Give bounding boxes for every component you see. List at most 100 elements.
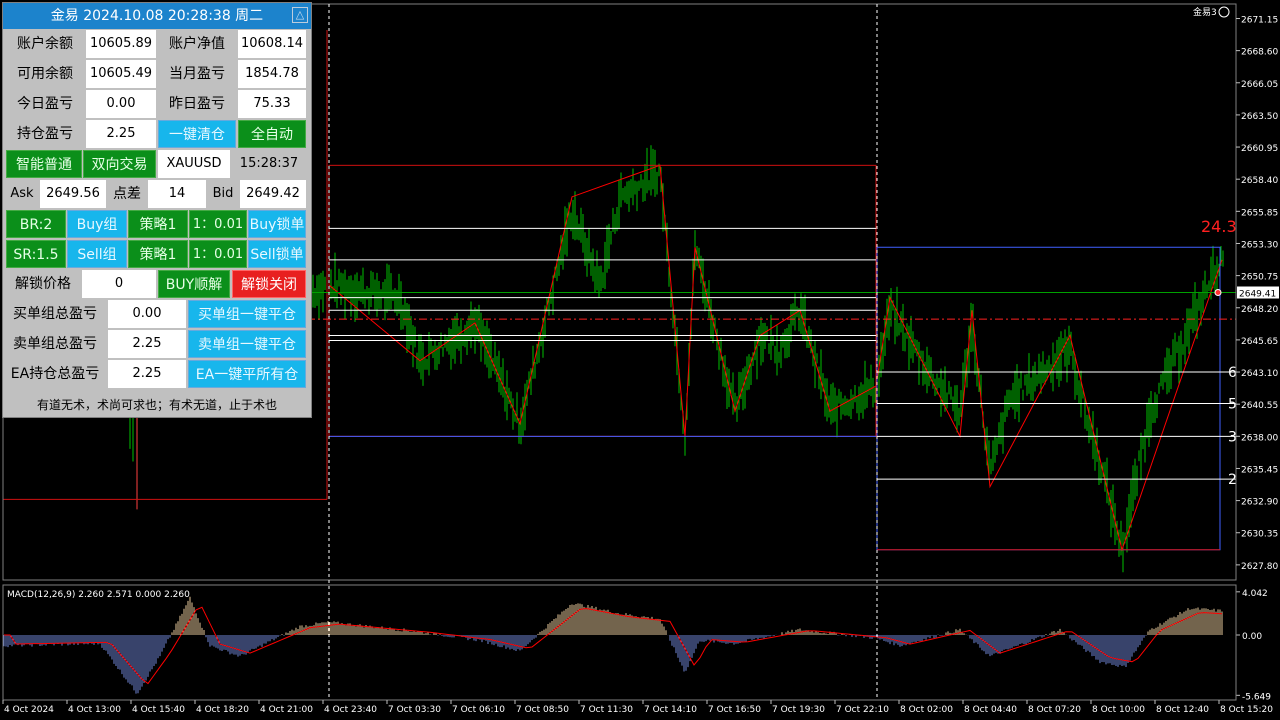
month-pl-label: 当月盈亏 [158, 60, 236, 88]
today-pl-label: 今日盈亏 [6, 90, 84, 118]
sell-ratio-button[interactable]: 1：0.01 [189, 240, 247, 268]
price-tick-label: 2650.75 [1241, 273, 1278, 283]
price-tick-label: 2671.15 [1241, 15, 1278, 25]
time-tick-label: 7 Oct 16:50 [708, 705, 761, 715]
panel-title: 金易 2024.10.08 20:28:38 周二 [3, 3, 311, 29]
time-tick-label: 4 Oct 2024 [4, 705, 54, 715]
close-all-button[interactable]: 一键清仓 [158, 120, 236, 148]
macd-tick-label: 4.042 [1242, 589, 1268, 599]
sell-close-all-button[interactable]: 卖单组一键平仓 [188, 330, 306, 358]
time-tick-label: 7 Oct 03:30 [388, 705, 441, 715]
balance-label: 账户余额 [6, 30, 84, 58]
price-tick-label: 2668.60 [1241, 48, 1278, 58]
time-tick-label: 4 Oct 15:40 [132, 705, 185, 715]
time-tick-label: 8 Oct 04:40 [964, 705, 1017, 715]
price-tick-label: 2643.10 [1241, 369, 1278, 379]
time-tick-label: 7 Oct 19:30 [772, 705, 825, 715]
time-tick-label: 7 Oct 08:50 [516, 705, 569, 715]
price-tick-label: 2630.35 [1241, 530, 1278, 540]
free-margin-value: 10605.49 [86, 60, 156, 88]
current-price-label: 2649.41 [1239, 290, 1276, 300]
macd-tick-label: -5.649 [1242, 692, 1271, 702]
ask-value: 2649.56 [40, 180, 106, 208]
buy-close-all-button[interactable]: 买单组一键平仓 [188, 300, 306, 328]
two-way-trade-button[interactable]: 双向交易 [83, 150, 156, 178]
time-tick-label: 7 Oct 22:10 [836, 705, 889, 715]
ask-label: Ask [6, 180, 38, 208]
time-tick-label: 7 Oct 14:10 [644, 705, 697, 715]
time-tick-label: 4 Oct 21:00 [260, 705, 313, 715]
buy-total-pl-label: 买单组总盈亏 [4, 300, 106, 328]
spread-value: 14 [148, 180, 206, 208]
server-time: 15:28:37 [232, 150, 306, 178]
motto-text: 有道无术，术尚可求也；有术无道，止于术也 [36, 398, 277, 412]
price-tick-label: 2640.55 [1241, 401, 1278, 411]
trading-panel: 金易 2024.10.08 20:28:38 周二 △ 账户余额 10605.8… [2, 2, 312, 418]
buy-group-button[interactable]: Buy组 [67, 210, 127, 238]
price-tick-label: 2663.50 [1241, 112, 1278, 122]
time-tick-label: 8 Oct 02:00 [900, 705, 953, 715]
unlock-close-button[interactable]: 解锁关闭 [232, 270, 306, 298]
price-marker [1214, 289, 1222, 297]
sr-button[interactable]: SR:1.5 [6, 240, 66, 268]
sell-lock-button[interactable]: Sell锁单 [248, 240, 306, 268]
price-tick-label: 2638.00 [1241, 433, 1278, 443]
equity-value: 10608.14 [238, 30, 306, 58]
range-box-red [328, 164, 877, 437]
price-tick-label: 2635.45 [1241, 465, 1278, 475]
time-tick-label: 8 Oct 12:40 [1156, 705, 1209, 715]
yesterday-pl-value: 75.33 [238, 90, 306, 118]
time-tick-label: 4 Oct 23:40 [324, 705, 377, 715]
time-tick-label: 7 Oct 06:10 [452, 705, 505, 715]
symbol-field[interactable]: XAUUSD [158, 150, 230, 178]
position-pl-label: 持仓盈亏 [6, 120, 84, 148]
today-pl-value: 0.00 [86, 90, 156, 118]
month-pl-value: 1854.78 [238, 60, 306, 88]
unlock-price-input[interactable]: 0 [82, 270, 156, 298]
spread-label: 点差 [108, 180, 146, 208]
indicator-name-label: 金易3 [1193, 6, 1217, 18]
time-tick-label: 4 Oct 18:20 [196, 705, 249, 715]
price-tick-label: 2660.95 [1241, 144, 1278, 154]
time-tick-label: 8 Oct 15:20 [1220, 705, 1273, 715]
sell-total-pl-value: 2.25 [108, 330, 186, 358]
box-size-label: 24.3 [1201, 217, 1237, 236]
price-tick-label: 2655.85 [1241, 208, 1278, 218]
balance-value: 10605.89 [86, 30, 156, 58]
position-pl-value: 2.25 [86, 120, 156, 148]
br-button[interactable]: BR:2 [6, 210, 66, 238]
auto-mode-button[interactable]: 全自动 [238, 120, 306, 148]
macd-signal-line [4, 606, 1223, 685]
free-margin-label: 可用余额 [6, 60, 84, 88]
ea-total-pl-label: EA持仓总盈亏 [4, 360, 106, 388]
macd-tick-label: 0.00 [1242, 632, 1262, 642]
ea-total-pl-value: 2.25 [108, 360, 186, 388]
time-tick-label: 8 Oct 07:20 [1028, 705, 1081, 715]
macd-label: MACD(12,26,9) 2.260 2.571 0.000 2.260 [7, 590, 190, 600]
buy-lock-button[interactable]: Buy锁单 [248, 210, 306, 238]
price-tick-label: 2648.20 [1241, 305, 1278, 315]
bid-label: Bid [208, 180, 238, 208]
time-tick-label: 8 Oct 10:00 [1092, 705, 1145, 715]
yesterday-pl-label: 昨日盈亏 [158, 90, 236, 118]
sell-group-button[interactable]: Sell组 [67, 240, 127, 268]
unlock-price-label: 解锁价格 [6, 270, 80, 298]
smart-normal-button[interactable]: 智能普通 [6, 150, 82, 178]
price-tick-label: 2666.05 [1241, 80, 1278, 90]
bid-value: 2649.42 [240, 180, 306, 208]
price-tick-label: 2653.30 [1241, 240, 1278, 250]
equity-label: 账户净值 [158, 30, 236, 58]
smiley-icon [1218, 6, 1230, 18]
ea-close-all-button[interactable]: EA一键平所有仓 [188, 360, 306, 388]
buy-ratio-button[interactable]: 1：0.01 [189, 210, 247, 238]
price-tick-label: 2645.65 [1241, 337, 1278, 347]
time-tick-label: 4 Oct 13:00 [68, 705, 121, 715]
buy-strategy-button[interactable]: 策略1 [128, 210, 188, 238]
price-tick-label: 2632.90 [1241, 498, 1278, 508]
buy-total-pl-value: 0.00 [108, 300, 186, 328]
price-tick-label: 2658.40 [1241, 176, 1278, 186]
triangle-up-icon[interactable]: △ [292, 7, 308, 23]
buy-unlock-button[interactable]: BUY顺解 [158, 270, 230, 298]
sell-total-pl-label: 卖单组总盈亏 [4, 330, 106, 358]
sell-strategy-button[interactable]: 策略1 [128, 240, 188, 268]
